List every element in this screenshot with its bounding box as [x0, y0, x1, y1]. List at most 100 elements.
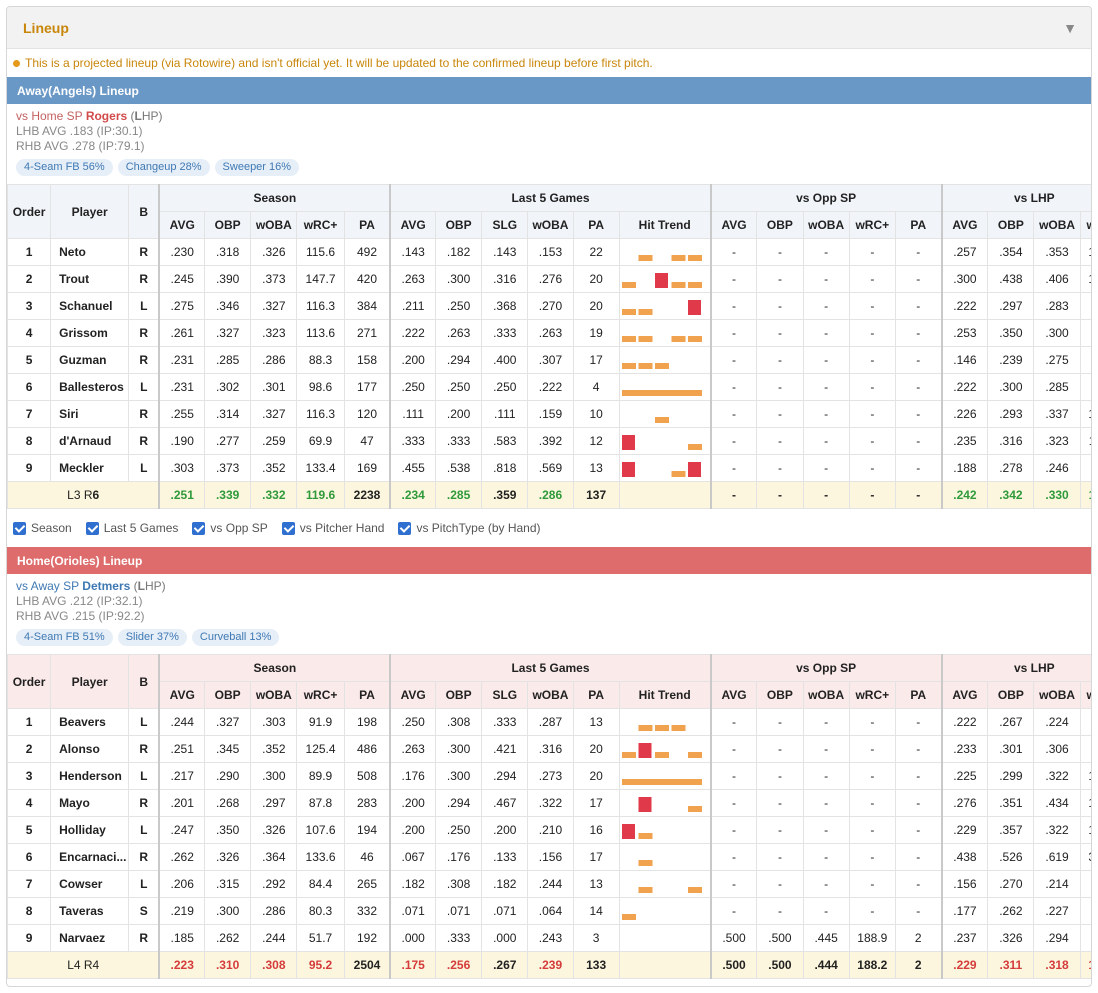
filter-checkbox[interactable]: vs Pitcher Hand: [281, 521, 384, 535]
season-stat: .327: [204, 319, 252, 347]
col-header-vs-opp[interactable]: wRC+: [848, 681, 896, 709]
player-name[interactable]: Alonso: [50, 735, 130, 763]
col-header-vs-opp[interactable]: AVG: [709, 681, 758, 709]
trend-bar: [638, 336, 653, 342]
vs-lhp-stat: 85.8: [1079, 924, 1091, 952]
col-header-vs-lhp[interactable]: wOBA: [1033, 681, 1081, 709]
col-header-vs-lhp[interactable]: wRC+: [1079, 211, 1091, 239]
player-name[interactable]: Grissom: [50, 319, 130, 347]
vs-opp-stat: -: [848, 454, 896, 482]
col-header-vs-opp[interactable]: PA: [894, 681, 943, 709]
player-name[interactable]: Beavers: [50, 708, 130, 736]
col-header-season[interactable]: OBP: [204, 681, 252, 709]
col-header-season[interactable]: wRC+: [296, 681, 345, 709]
vs-opp-stat: -: [709, 400, 758, 428]
col-header-last5[interactable]: AVG: [389, 681, 437, 709]
total-last5-stat: 133: [572, 951, 620, 979]
player-name[interactable]: Neto: [50, 238, 130, 266]
player-name[interactable]: d'Arnaud: [50, 427, 130, 455]
col-header-last5[interactable]: PA: [572, 681, 620, 709]
col-header-bat[interactable]: B: [128, 184, 160, 239]
col-header-season[interactable]: PA: [343, 681, 391, 709]
away-sp-line: vs Home SP Rogers (LHP): [16, 108, 1082, 124]
trend-bar: [638, 255, 653, 261]
col-header-season[interactable]: wOBA: [250, 211, 298, 239]
col-header-vs-lhp[interactable]: AVG: [940, 681, 989, 709]
col-header-last5[interactable]: wOBA: [527, 681, 574, 709]
col-header-vs-opp[interactable]: OBP: [756, 211, 804, 239]
home-sp-name[interactable]: Detmers: [82, 579, 130, 593]
filter-checkbox[interactable]: Last 5 Games: [85, 521, 178, 535]
col-header-last5[interactable]: AVG: [389, 211, 437, 239]
player-name[interactable]: Meckler: [50, 454, 130, 482]
vs-opp-stat: -: [709, 427, 758, 455]
total-vs-lhp-stat: .229: [940, 951, 989, 979]
table-row: 5 Holliday L .247.350.326 107.6 194.200.250.2…: [7, 816, 1091, 844]
col-header-vs-lhp[interactable]: OBP: [987, 681, 1035, 709]
col-header-order[interactable]: Order: [7, 184, 52, 239]
vs-lhp-stat: .297: [987, 292, 1035, 320]
vs-opp-stat: -: [709, 735, 758, 763]
col-header-last5[interactable]: SLG: [481, 681, 529, 709]
away-lineup-bar[interactable]: Away(Angels) Lineup: [7, 77, 1091, 104]
checkbox-checked-icon[interactable]: [85, 521, 99, 535]
col-header-season[interactable]: OBP: [204, 211, 252, 239]
col-header-vs-lhp[interactable]: wRC+: [1079, 681, 1091, 709]
col-header-last5[interactable]: OBP: [434, 681, 483, 709]
col-header-season[interactable]: AVG: [158, 211, 206, 239]
col-header-season[interactable]: wRC+: [296, 211, 345, 239]
vs-opp-stat: -: [848, 897, 896, 925]
player-name[interactable]: Ballesteros: [50, 373, 130, 401]
player-name[interactable]: Holliday: [50, 816, 130, 844]
col-header-player[interactable]: Player: [50, 654, 130, 709]
last5-stat: .250: [434, 373, 483, 401]
filter-checkbox[interactable]: Season: [13, 521, 72, 535]
col-header-season[interactable]: AVG: [158, 681, 206, 709]
col-header-last5[interactable]: OBP: [434, 211, 483, 239]
col-header-vs-lhp[interactable]: wOBA: [1033, 211, 1081, 239]
away-sp-name[interactable]: Rogers: [86, 109, 127, 123]
player-name[interactable]: Cowser: [50, 870, 130, 898]
player-name[interactable]: Henderson: [50, 762, 130, 790]
col-header-last5[interactable]: SLG: [481, 211, 529, 239]
col-header-season[interactable]: PA: [343, 211, 391, 239]
player-name[interactable]: Mayo: [50, 789, 130, 817]
bat-hand: L: [128, 292, 160, 320]
home-lineup-bar[interactable]: Home(Orioles) Lineup: [7, 547, 1091, 574]
player-name[interactable]: Siri: [50, 400, 130, 428]
player-name[interactable]: Narvaez: [50, 924, 130, 952]
filter-checkbox[interactable]: vs Opp SP: [192, 521, 268, 535]
checkbox-checked-icon[interactable]: [281, 521, 295, 535]
col-header-bat[interactable]: B: [128, 654, 160, 709]
col-header-vs-opp[interactable]: wRC+: [848, 211, 896, 239]
trend-bar: [638, 309, 653, 315]
col-header-vs-opp[interactable]: AVG: [709, 211, 758, 239]
col-header-season[interactable]: wOBA: [250, 681, 298, 709]
collapse-caret-icon[interactable]: ▼: [1063, 20, 1077, 36]
col-header-vs-lhp[interactable]: OBP: [987, 211, 1035, 239]
vs-lhp-stat: .226: [940, 400, 989, 428]
panel-header[interactable]: Lineup ▼: [7, 7, 1091, 49]
col-header-order[interactable]: Order: [7, 654, 52, 709]
col-header-last5[interactable]: wOBA: [527, 211, 574, 239]
filter-checkbox[interactable]: vs PitchType (by Hand): [398, 521, 541, 535]
col-header-player[interactable]: Player: [50, 184, 130, 239]
checkbox-checked-icon[interactable]: [192, 521, 206, 535]
col-header-vs-opp[interactable]: OBP: [756, 681, 804, 709]
hit-trend-cell: [618, 238, 712, 266]
player-name[interactable]: Taveras: [50, 897, 130, 925]
col-header-last5[interactable]: PA: [572, 211, 620, 239]
col-header-vs-opp[interactable]: wOBA: [802, 211, 850, 239]
player-name[interactable]: Guzman: [50, 346, 130, 374]
trend-bar: [654, 725, 669, 731]
vs-opp-stat: -: [802, 789, 850, 817]
col-header-vs-lhp[interactable]: AVG: [940, 211, 989, 239]
checkbox-checked-icon[interactable]: [13, 521, 26, 535]
player-name[interactable]: Trout: [50, 265, 130, 293]
season-stat: .327: [250, 292, 298, 320]
col-header-vs-opp[interactable]: PA: [894, 211, 943, 239]
col-header-vs-opp[interactable]: wOBA: [802, 681, 850, 709]
player-name[interactable]: Encarnaci...: [50, 843, 130, 871]
checkbox-checked-icon[interactable]: [398, 521, 412, 535]
player-name[interactable]: Schanuel: [50, 292, 130, 320]
